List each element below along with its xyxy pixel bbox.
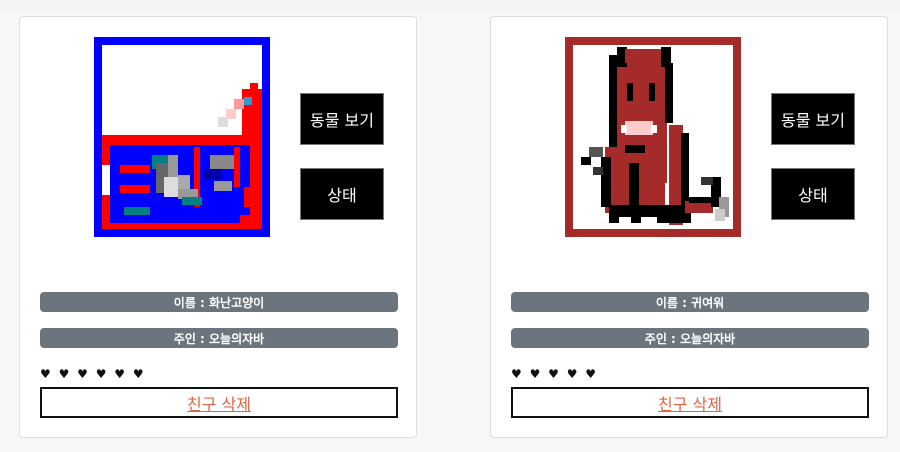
status-button[interactable]: 상태	[771, 168, 855, 220]
hearts-rating: ♥ ♥ ♥ ♥ ♥ ♥	[40, 367, 146, 381]
hearts-rating: ♥ ♥ ♥ ♥ ♥	[511, 367, 599, 381]
animal-card: 동물 보기 상태 이름 : 화난고양이 주인 : 오늘의자바 ♥ ♥ ♥ ♥ ♥…	[19, 16, 417, 438]
delete-friend-button[interactable]: 친구 삭제	[511, 387, 869, 418]
status-button[interactable]: 상태	[300, 168, 384, 220]
owner-badge: 주인 : 오늘의자바	[40, 328, 398, 348]
animal-card: 동물 보기 상태 이름 : 귀여워 주인 : 오늘의자바 ♥ ♥ ♥ ♥ ♥ 친…	[490, 16, 888, 438]
top-strip	[0, 0, 900, 12]
name-badge: 이름 : 화난고양이	[40, 292, 398, 312]
owner-badge: 주인 : 오늘의자바	[511, 328, 869, 348]
animal-image	[94, 37, 270, 237]
view-animal-button[interactable]: 동물 보기	[300, 93, 384, 145]
view-animal-button[interactable]: 동물 보기	[771, 93, 855, 145]
name-badge: 이름 : 귀여워	[511, 292, 869, 312]
delete-friend-button[interactable]: 친구 삭제	[40, 387, 398, 418]
animal-image	[565, 37, 741, 237]
